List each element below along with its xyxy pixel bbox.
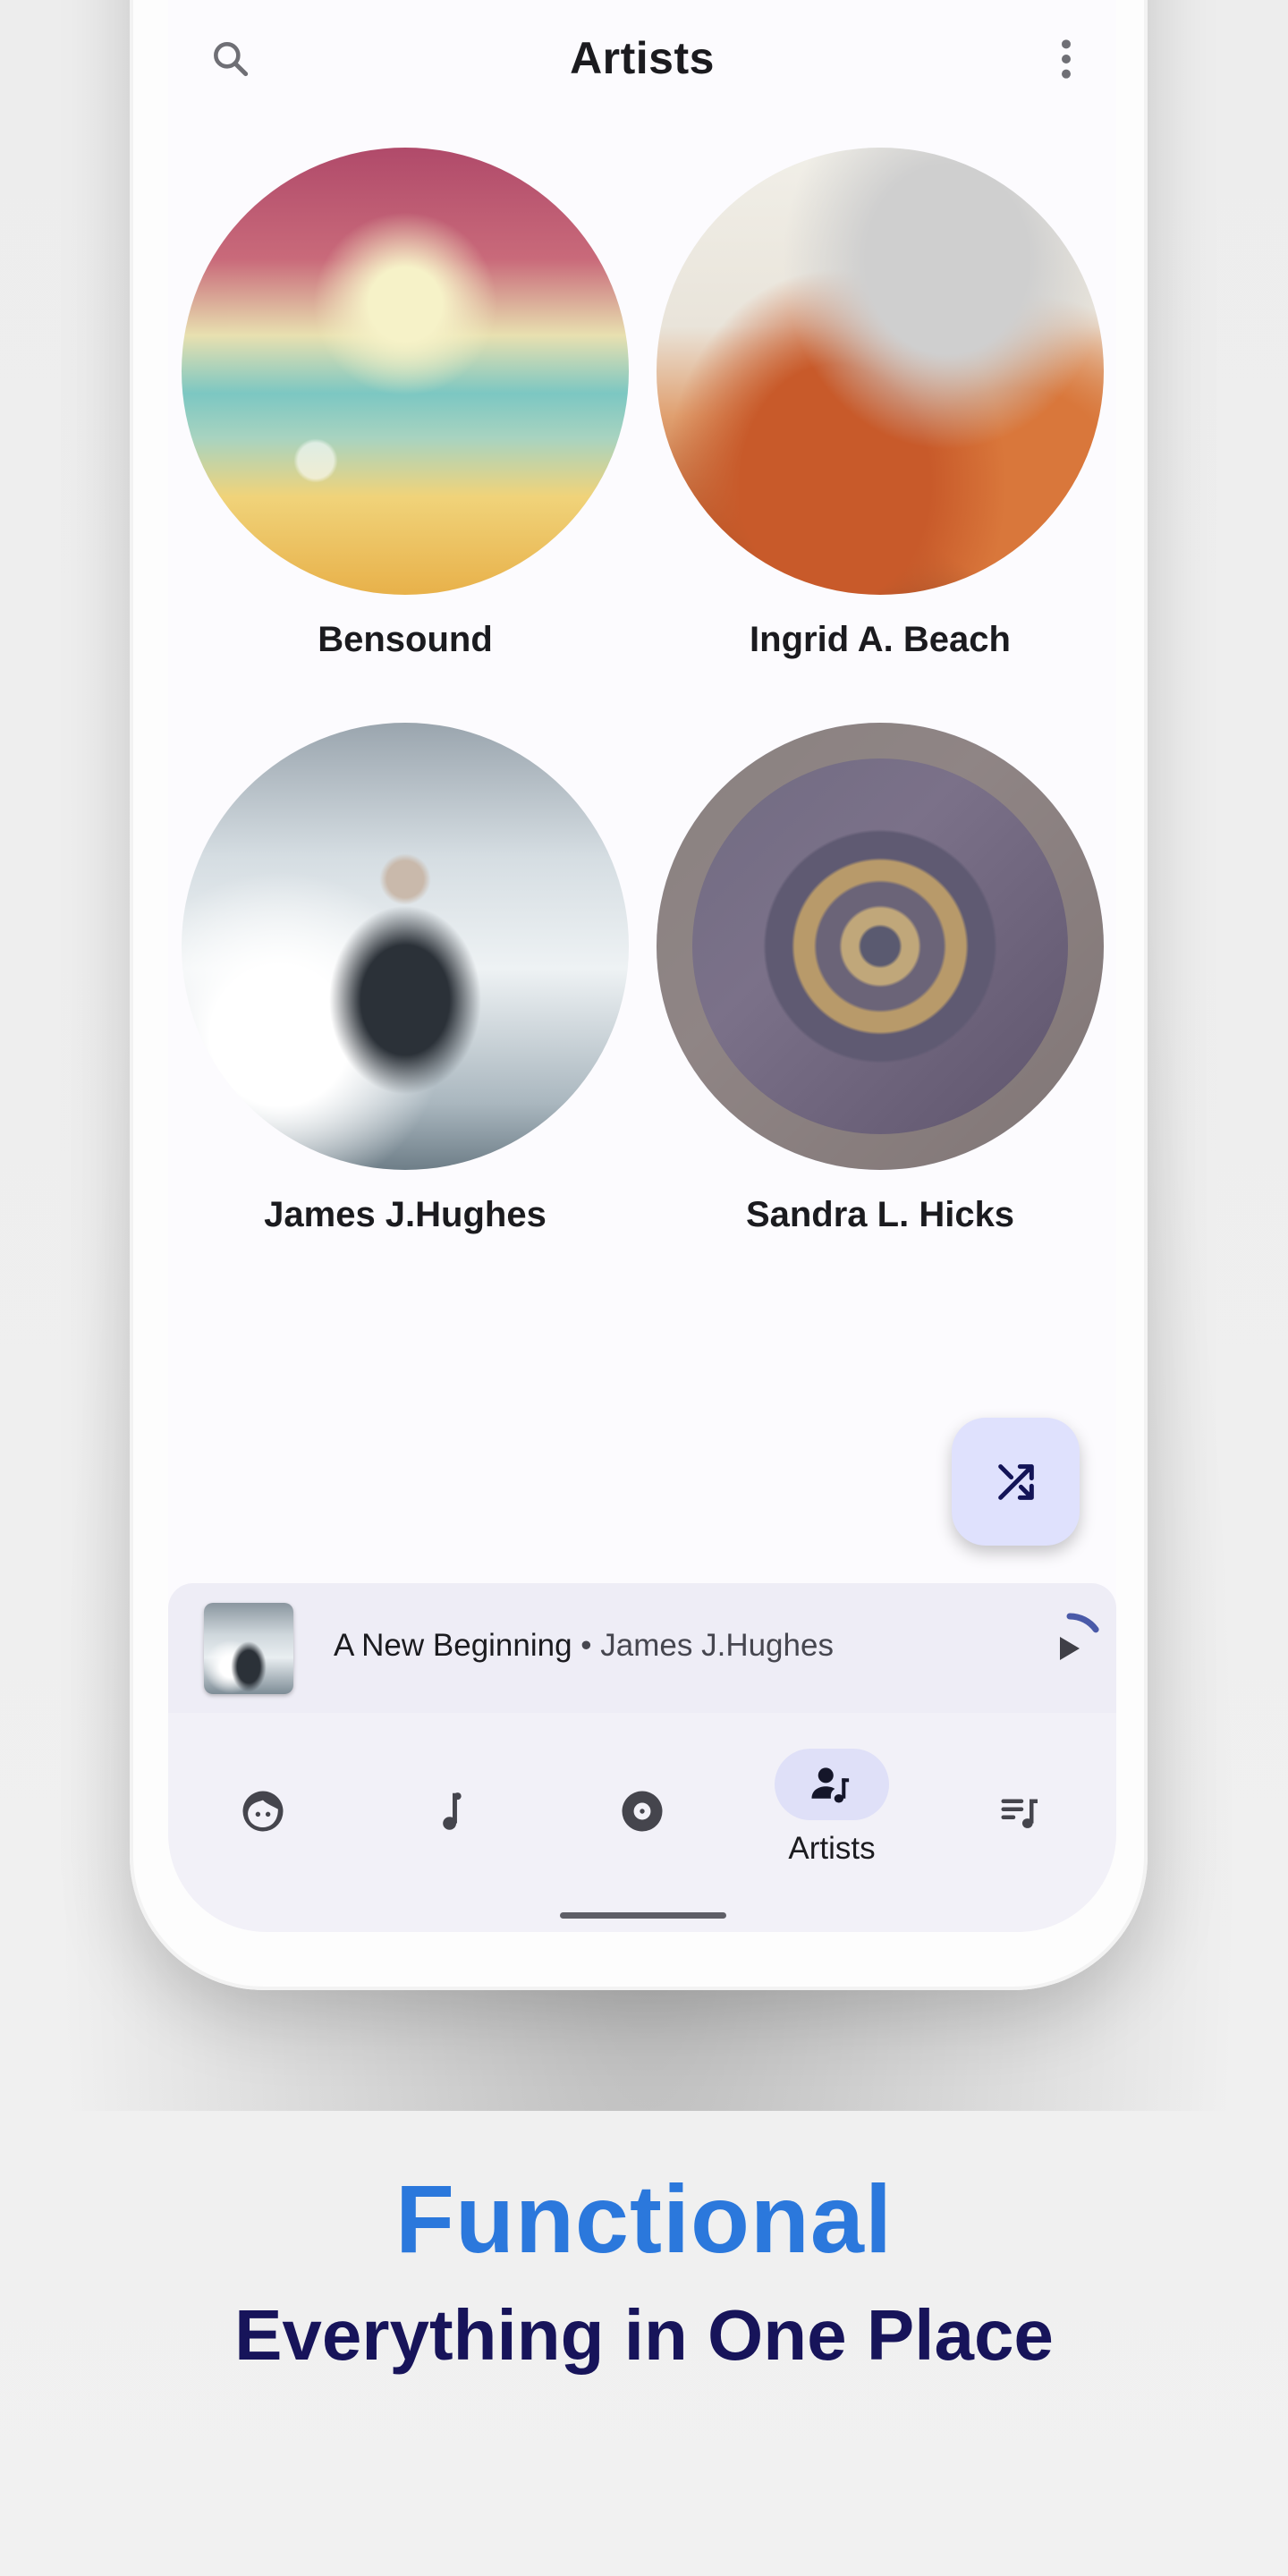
bottom-navigation: Artists (168, 1713, 1116, 1932)
gesture-home-bar[interactable] (560, 1912, 726, 1919)
artist-card[interactable]: Sandra L. Hicks (657, 723, 1104, 1235)
play-pause-button[interactable] (1040, 1599, 1112, 1689)
song-artist: James J.Hughes (600, 1628, 834, 1663)
shuffle-fab[interactable] (952, 1418, 1080, 1546)
artist-name: James J.Hughes (264, 1195, 547, 1234)
artist-name: Ingrid A. Beach (750, 620, 1011, 659)
nav-item-artists[interactable]: Artists (756, 1740, 908, 1883)
nav-item-songs[interactable] (377, 1740, 529, 1883)
artist-image (657, 723, 1104, 1170)
now-playing-text: A New Beginning • James J.Hughes (334, 1628, 834, 1664)
artist-icon (811, 1767, 850, 1803)
artist-image (182, 723, 629, 1170)
nav-item-albums[interactable] (566, 1740, 718, 1883)
page-title: Artists (570, 33, 715, 83)
artist-image (657, 148, 1104, 595)
album-icon (622, 1791, 663, 1832)
artist-image (182, 148, 629, 595)
top-app-bar: Artists (168, 0, 1116, 121)
playlist-icon (1001, 1799, 1038, 1828)
active-indicator (775, 1749, 889, 1820)
nav-label: Artists (788, 1831, 876, 1866)
artist-name: Sandra L. Hicks (745, 1195, 1015, 1234)
shuffle-icon (997, 1463, 1034, 1500)
artist-card[interactable]: Ingrid A. Beach (657, 148, 1104, 660)
progress-arc (1066, 1613, 1099, 1633)
tagline-headline: Functional (395, 2165, 893, 2273)
more-vert-icon (1062, 39, 1071, 79)
music-note-icon (443, 1792, 462, 1830)
separator: • (572, 1628, 601, 1663)
artist-card[interactable]: Bensound (182, 148, 629, 660)
play-icon (1060, 1637, 1080, 1660)
app-screen: Artists Bensound Ingrid A. Beach James J… (168, 0, 1116, 1932)
nav-item-for-you[interactable] (187, 1740, 339, 1883)
mini-player[interactable]: A New Beginning • James J.Hughes (168, 1583, 1116, 1713)
tagline-subhead: Everything in One Place (234, 2295, 1054, 2375)
nav-item-playlists[interactable] (945, 1740, 1097, 1883)
artist-card[interactable]: James J.Hughes (182, 723, 629, 1235)
song-title: A New Beginning (334, 1628, 572, 1663)
face-icon (242, 1791, 284, 1832)
more-options-button[interactable] (1030, 23, 1102, 95)
now-playing-artwork (204, 1603, 293, 1694)
artist-name: Bensound (318, 620, 493, 659)
